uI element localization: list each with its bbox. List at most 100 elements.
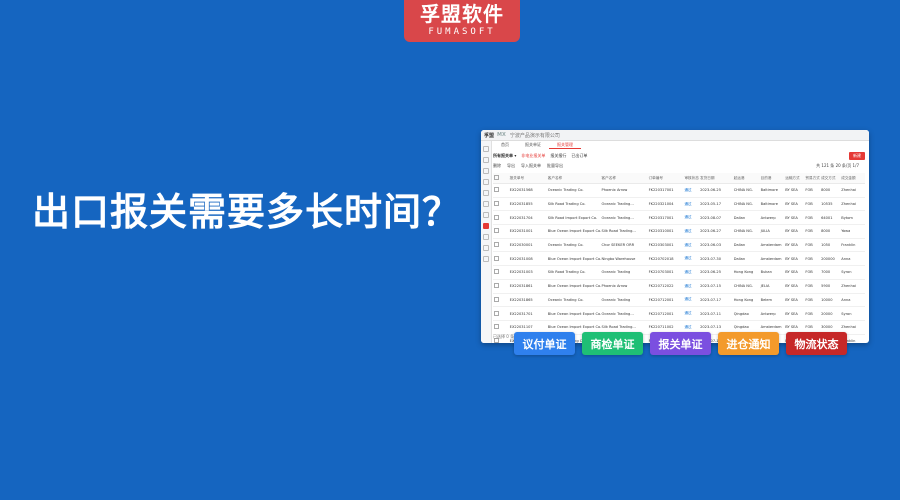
table-cell: 2023-06-03 <box>699 238 733 253</box>
delete-button[interactable]: 删除 <box>493 163 501 169</box>
table-cell[interactable]: EX22030001 <box>508 238 547 253</box>
table-cell: BY SEA <box>784 183 805 198</box>
warehouse-notice-button[interactable]: 进仓通知 <box>718 332 779 355</box>
sidebar-icon[interactable] <box>483 212 489 218</box>
table-cell: FK220712001 <box>647 293 684 308</box>
table-cell: FOB <box>804 210 821 226</box>
sidebar-icon[interactable] <box>483 157 489 163</box>
row-checkbox[interactable] <box>493 306 509 321</box>
table-cell: FK220317001 <box>647 210 684 226</box>
table-cell[interactable]: EX22031704 <box>508 210 547 226</box>
row-checkbox[interactable] <box>493 251 509 267</box>
column-header[interactable]: 客户名称 <box>546 173 601 184</box>
column-header[interactable]: 运输方式 <box>784 173 805 184</box>
table-row[interactable]: EX22031568 Oceanic Trading Co. Phoenix Arr… <box>493 183 865 198</box>
table-cell: Silk Road Trading... <box>600 224 648 239</box>
column-header[interactable]: 审核状态 <box>683 173 700 184</box>
logistics-status-button[interactable]: 物流状态 <box>786 332 847 355</box>
table-row[interactable]: EX22031701 Blue Ocean Import Export Co. Oc… <box>493 306 865 321</box>
column-header[interactable]: 贸易方式 <box>804 173 821 184</box>
table-cell[interactable]: EX22031701 <box>508 306 547 321</box>
export-button[interactable]: 导出 <box>507 163 515 169</box>
row-checkbox[interactable] <box>493 238 509 253</box>
column-header[interactable]: 起运港 <box>732 173 760 184</box>
tab-docs[interactable]: 报关单证 <box>517 142 549 148</box>
import-button[interactable]: 导入报关单 <box>521 163 541 169</box>
table-cell: FK220317001 <box>647 183 684 198</box>
row-checkbox[interactable] <box>493 224 509 239</box>
row-checkbox[interactable] <box>493 279 509 294</box>
table-cell[interactable]: EX22031003 <box>508 265 547 280</box>
sidebar-icon[interactable] <box>483 256 489 262</box>
sidebar-icon[interactable] <box>483 234 489 240</box>
column-header[interactable]: 报关单号 <box>508 173 547 184</box>
table-cell: FOB <box>804 224 821 239</box>
sidebar-icon[interactable] <box>483 190 489 196</box>
sidebar-icon[interactable] <box>483 245 489 251</box>
tab-customs[interactable]: 报关管理 <box>549 142 581 149</box>
table-cell: Antwerp <box>759 210 785 226</box>
table-row[interactable]: EX22031704 Silk Road Import Export Co. Oce… <box>493 210 865 226</box>
pager[interactable]: 共 121 条 20 条/页 1/7 <box>816 163 859 169</box>
row-checkbox[interactable] <box>493 320 509 335</box>
table-cell[interactable]: EX22031855 <box>508 197 547 212</box>
table-cell: FK220303001 <box>647 238 684 253</box>
column-header[interactable]: 成交方式 <box>820 173 841 184</box>
table-row[interactable]: EX22031861 Blue Ocean Import Export Co. Ph… <box>493 279 865 294</box>
sidebar-icon[interactable] <box>483 146 489 152</box>
column-header[interactable]: 目的港 <box>759 173 785 184</box>
row-checkbox[interactable] <box>493 197 509 212</box>
sidebar-icon-active[interactable] <box>483 223 489 229</box>
row-checkbox[interactable] <box>493 183 509 198</box>
table-cell: Anna <box>840 251 865 267</box>
table-row[interactable]: EX22031855 Silk Road Trading Co. Oceanic T… <box>493 197 865 212</box>
table-cell: Amsterdam <box>759 251 785 267</box>
table-row[interactable]: EX22031003 Silk Road Trading Co. Oceanic T… <box>493 265 865 280</box>
column-header[interactable]: 订单编号 <box>647 173 684 184</box>
column-header[interactable]: 客户名称 <box>600 173 648 184</box>
table-cell: 1050 <box>820 238 841 253</box>
table-cell[interactable]: EX22031865 <box>508 293 547 308</box>
select-all[interactable] <box>493 173 509 184</box>
table-row[interactable]: EX22031865 Oceanic Trading Co. Oceanic Tra… <box>493 293 865 308</box>
batch-export-button[interactable]: 批量导出 <box>547 163 563 169</box>
filter-chip[interactable]: 已出订单 <box>571 153 587 159</box>
table-cell[interactable]: EX22031568 <box>508 183 547 198</box>
tab-home[interactable]: 首页 <box>493 142 517 148</box>
filter-chip[interactable]: 非电业报关单 <box>521 153 545 159</box>
table-row[interactable]: EX22031008 Blue Ocean Import Export Co. Ni… <box>493 251 865 267</box>
table-cell[interactable]: EX22031861 <box>508 279 547 294</box>
column-header[interactable]: 发货日期 <box>699 173 733 184</box>
table-cell[interactable]: EX22031001 <box>508 224 547 239</box>
new-button[interactable]: 新建 <box>849 151 865 160</box>
table-cell: FK220702018 <box>647 251 684 267</box>
sidebar-icon[interactable] <box>483 168 489 174</box>
row-checkbox[interactable] <box>493 210 509 226</box>
filter-chip[interactable]: 报关报行 <box>550 153 566 159</box>
table-cell: Hong Kong <box>732 293 760 308</box>
column-header[interactable]: 成交金额 <box>840 173 865 184</box>
table-cell: Silk Road Import Export Co. <box>546 210 601 226</box>
sidebar-icon[interactable] <box>483 201 489 207</box>
table-cell[interactable]: EX22031008 <box>508 251 547 267</box>
row-checkbox[interactable] <box>493 265 509 280</box>
logo-cn: 孚盟软件 <box>420 2 504 26</box>
table-cell: 2023-07-17 <box>699 293 733 308</box>
table-cell: FOB <box>804 265 821 280</box>
table-cell: Oceanic Trading... <box>600 306 648 321</box>
inspection-docs-button[interactable]: 商检单证 <box>582 332 643 355</box>
table-cell: Blue Ocean Import Export Co. <box>546 224 601 239</box>
table-cell: Silk Road Trading Co. <box>546 197 601 212</box>
table-row[interactable]: EX22031001 Blue Ocean Import Export Co. Si… <box>493 224 865 239</box>
table-footer: 已选择 0 条 <box>493 334 515 339</box>
app-screenshot: 孚盟 MX 宁波产品演示有限公司 首页 报关单证 报关管理 所有报关单 ▾ 非电… <box>481 130 869 343</box>
negotiation-docs-button[interactable]: 议付单证 <box>514 332 575 355</box>
table-cell: 通过 <box>683 279 700 294</box>
view-selector[interactable]: 所有报关单 ▾ <box>493 153 516 159</box>
customs-docs-button[interactable]: 报关单证 <box>650 332 711 355</box>
table-cell: Dalian <box>732 251 760 267</box>
logo-en: FUMASOFT <box>428 27 496 37</box>
row-checkbox[interactable] <box>493 293 509 308</box>
sidebar-icon[interactable] <box>483 179 489 185</box>
table-row[interactable]: EX22030001 Oceanic Trading Co. Chor SEEKER… <box>493 238 865 253</box>
